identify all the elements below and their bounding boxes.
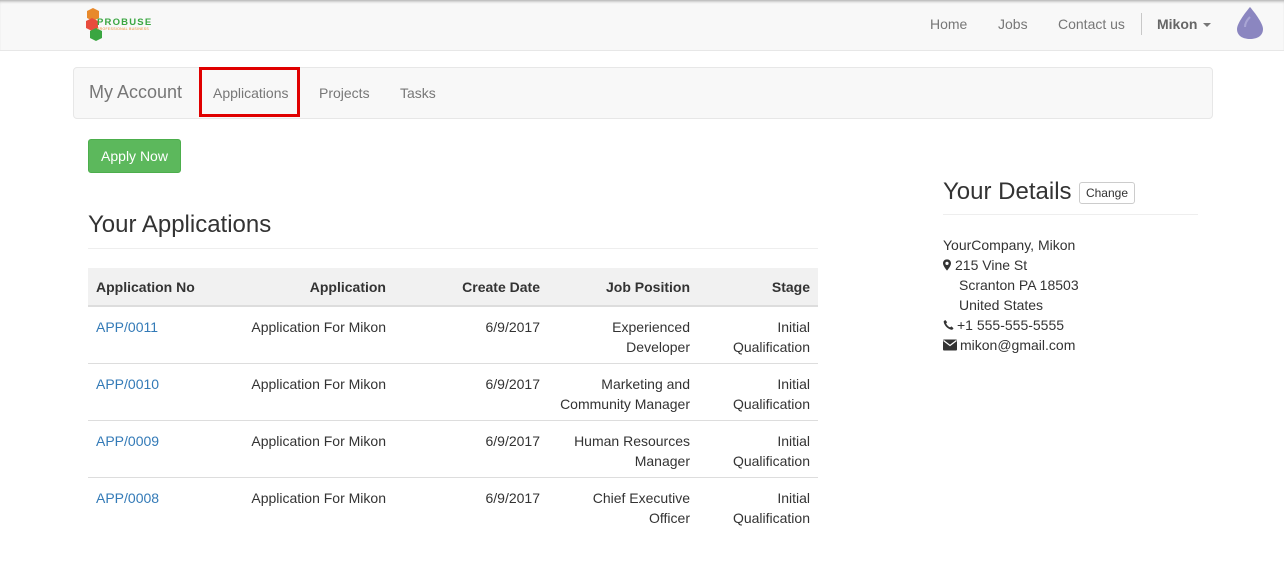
phone-number: +1 555-555-5555 (957, 317, 1065, 333)
application-cell: Application For Mikon (226, 419, 394, 477)
stage-line: Qualification (732, 395, 810, 412)
stage-cell: Initial Qualification (698, 306, 818, 363)
application-link[interactable]: APP/0011 (96, 319, 158, 335)
job-position-line: Experienced (612, 319, 690, 335)
phone-icon (943, 319, 954, 330)
applications-title: Your Applications (88, 211, 272, 238)
active-tab-highlight (199, 67, 300, 117)
email-address: mikon@gmail.com (960, 337, 1076, 353)
apply-now-button[interactable]: Apply Now (88, 139, 181, 173)
column-header-create-date[interactable]: Create Date (394, 268, 548, 307)
nav-home-link[interactable]: Home (930, 16, 967, 32)
stage-line: Initial (777, 432, 810, 449)
table-row[interactable]: APP/0009 Application For Mikon 6/9/2017 … (88, 419, 818, 477)
create-date-cell: 6/9/2017 (394, 362, 548, 420)
city-state-zip: Scranton PA 18503 (959, 277, 1079, 293)
job-position-cell: Human Resources Manager (548, 419, 698, 477)
table-row[interactable]: APP/0010 Application For Mikon 6/9/2017 … (88, 362, 818, 420)
job-position-line: Officer (649, 509, 690, 526)
company-name: YourCompany, Mikon (943, 237, 1076, 253)
application-link[interactable]: APP/0008 (96, 490, 159, 506)
column-header-application-no[interactable]: Application No (88, 268, 226, 307)
user-name: Mikon (1157, 16, 1198, 32)
create-date-cell: 6/9/2017 (485, 319, 541, 335)
section-divider (88, 248, 818, 249)
job-position-line: Developer (626, 339, 690, 355)
logo-tagline: PROFESSIONAL BUSINESS (97, 27, 150, 31)
application-link[interactable]: APP/0010 (96, 376, 159, 392)
create-date-cell: 6/9/2017 (394, 476, 548, 534)
change-details-button[interactable]: Change (1079, 182, 1135, 204)
job-position-line: Community Manager (560, 395, 690, 412)
job-position-cell: Marketing and Community Manager (548, 362, 698, 420)
nav-jobs-link[interactable]: Jobs (998, 16, 1028, 32)
create-date-cell: 6/9/2017 (394, 419, 548, 477)
application-no-cell: APP/0008 (88, 476, 226, 534)
nav-divider (1141, 13, 1142, 35)
envelope-icon (943, 339, 957, 351)
stage-cell: Initial Qualification (698, 362, 818, 420)
street-address: 215 Vine St (955, 257, 1028, 273)
caret-down-icon (1203, 23, 1212, 28)
stage-cell: Initial Qualification (698, 476, 818, 534)
application-cell: Application For Mikon (226, 476, 394, 534)
column-header-application[interactable]: Application (226, 268, 394, 307)
application-no-cell: APP/0009 (88, 419, 226, 477)
stage-line: Qualification (732, 339, 810, 355)
stage-line: Initial (777, 489, 810, 506)
country: United States (959, 297, 1044, 313)
details-title: Your Details (943, 178, 1072, 205)
job-position-line: Chief Executive (592, 489, 690, 506)
tab-tasks[interactable]: Tasks (400, 85, 436, 101)
map-marker-icon (943, 259, 951, 271)
column-header-stage[interactable]: Stage (698, 268, 818, 307)
column-header-job-position[interactable]: Job Position (548, 268, 698, 307)
table-row[interactable]: APP/0011 Application For Mikon 6/9/2017 … (88, 306, 818, 363)
table-row[interactable]: APP/0008 Application For Mikon 6/9/2017 … (88, 476, 818, 534)
email-line: mikon@gmail.com (943, 337, 1075, 353)
my-account-brand[interactable]: My Account (89, 82, 182, 103)
application-no-cell: APP/0011 (88, 306, 226, 363)
job-position-line: Manager (634, 452, 690, 469)
tab-projects[interactable]: Projects (319, 85, 370, 101)
stage-line: Initial (777, 375, 810, 392)
applications-table: Application No Application Create Date J… (88, 268, 818, 534)
application-cell: Application For Mikon (226, 362, 394, 420)
stage-cell: Initial Qualification (698, 419, 818, 477)
table-header-row: Application No Application Create Date J… (88, 268, 818, 307)
application-cell: Application For Mikon (251, 319, 386, 335)
application-link[interactable]: APP/0009 (96, 433, 159, 449)
job-position-cell: Experienced Developer (548, 306, 698, 363)
application-no-cell: APP/0010 (88, 362, 226, 420)
details-divider (943, 214, 1198, 215)
stage-line: Initial (777, 319, 810, 335)
job-position-line: Human Resources (574, 432, 690, 449)
stage-line: Qualification (732, 452, 810, 469)
job-position-cell: Chief Executive Officer (548, 476, 698, 534)
job-position-line: Marketing and (601, 375, 690, 392)
stage-line: Qualification (732, 509, 810, 526)
nav-contact-link[interactable]: Contact us (1058, 16, 1125, 32)
user-avatar-icon[interactable] (1235, 5, 1265, 41)
user-menu-dropdown[interactable]: Mikon (1157, 16, 1212, 32)
phone-line: +1 555-555-5555 (943, 317, 1064, 333)
address-street-line: 215 Vine St (943, 257, 1027, 273)
